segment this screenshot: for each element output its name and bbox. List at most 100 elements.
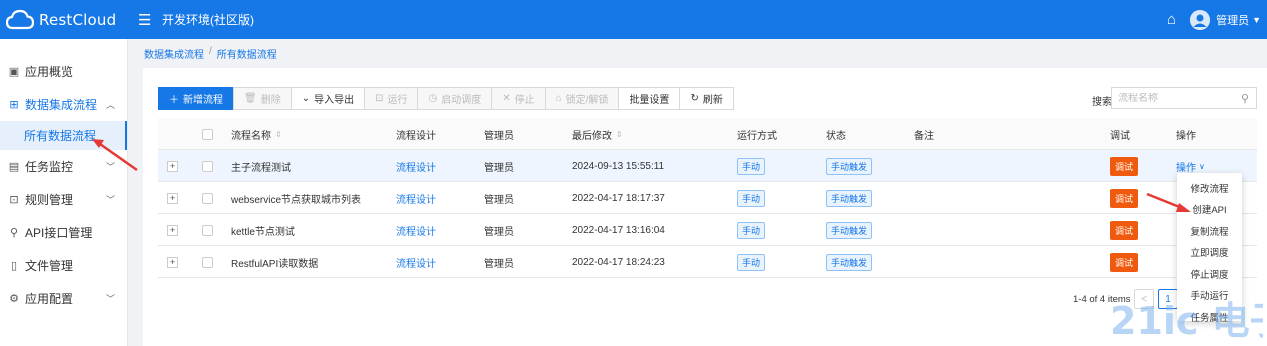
menu-item-copy-flow[interactable]: 复制流程 — [1177, 220, 1242, 242]
button-label: 批量设置 — [629, 95, 670, 106]
sidebar-item-label: 规则管理 — [25, 193, 74, 207]
table-header: 流程名称 ⇕ 流程设计 管理员 最后修改 ⇕ 运行方式 状态 备注 调试 操作 — [158, 118, 1257, 150]
expand-icon[interactable]: + — [167, 256, 178, 268]
sidebar-item-task-monitor[interactable]: ▤ 任务监控 ﹀ — [0, 150, 127, 183]
avatar[interactable] — [1190, 9, 1211, 30]
batch-settings-button[interactable]: 批量设置 — [618, 87, 681, 110]
column-label: 操作 — [1176, 130, 1196, 142]
row-checkbox[interactable] — [202, 256, 213, 268]
header-modified[interactable]: 最后修改 ⇕ — [572, 118, 623, 150]
button-label: 运行 — [387, 95, 408, 106]
sidebar-item-label: 数据集成流程 — [25, 98, 98, 112]
chevron-down-icon: ﹀ — [105, 162, 115, 172]
sort-icon[interactable]: ⇕ — [616, 130, 623, 139]
delete-button[interactable]: 🗑︎ 删除 — [233, 87, 292, 110]
sidebar-item-api-manage[interactable]: ⚲ API接口管理 — [0, 216, 127, 249]
sidebar-item-overview[interactable]: ▣ 应用概览 — [0, 55, 127, 88]
column-label: 备注 — [914, 130, 934, 142]
button-label: 锁定/解锁 — [565, 95, 609, 106]
row-checkbox[interactable] — [202, 160, 213, 172]
sidebar-item-app-config[interactable]: ⚙ 应用配置 ﹀ — [0, 282, 127, 315]
run-mode-cell: 手动 — [737, 246, 766, 278]
menu-item-schedule-now[interactable]: 立即调度 — [1177, 242, 1242, 264]
menu-fold-icon[interactable]: ☰ — [138, 11, 152, 29]
select-all-cell — [202, 118, 213, 150]
run-icon: ⊡ — [375, 93, 384, 104]
debug-cell: 调试 — [1110, 182, 1139, 214]
flow-design-link[interactable]: 流程设计 — [396, 246, 436, 278]
flow-design-link[interactable]: 流程设计 — [396, 182, 436, 214]
api-icon: ⚲ — [9, 227, 19, 239]
sort-icon[interactable]: ⇕ — [275, 130, 282, 139]
debug-button[interactable]: 调试 — [1110, 220, 1139, 240]
run-mode-tag: 手动 — [737, 189, 766, 207]
checkbox-cell — [202, 246, 213, 278]
flow-admin: 管理员 — [484, 258, 514, 270]
lock-unlock-button[interactable]: ⌂ 锁定/解锁 — [544, 87, 620, 110]
chevron-down-icon[interactable]: ∨ — [1199, 162, 1205, 171]
sidebar-item-data-integration[interactable]: ⊞ 数据集成流程 ︿ — [0, 88, 127, 121]
status-cell: 手动触发 — [826, 182, 873, 214]
debug-button[interactable]: 调试 — [1110, 156, 1139, 176]
sidebar-item-label: 应用概览 — [25, 65, 74, 79]
expand-icon[interactable]: + — [167, 192, 178, 204]
home-icon[interactable]: ⌂ — [1167, 11, 1176, 28]
header-action: 操作 — [1176, 118, 1196, 150]
flow-admin: 管理员 — [484, 194, 514, 206]
sidebar-item-file-manage[interactable]: ▯ 文件管理 — [0, 249, 127, 282]
run-mode-cell: 手动 — [737, 214, 766, 246]
table-row[interactable]: + RestfulAPI读取数据 流程设计 管理员 2022-04-17 18:… — [158, 246, 1257, 278]
sidebar-item-label: 文件管理 — [25, 259, 74, 273]
logo[interactable]: RestCloud — [0, 0, 128, 39]
menu-item-stop-schedule[interactable]: 停止调度 — [1177, 263, 1242, 285]
user-avatar-icon — [1190, 9, 1211, 30]
search-icon[interactable]: ⚲ — [1241, 92, 1249, 105]
header-name[interactable]: 流程名称 ⇕ — [231, 118, 282, 150]
checkbox-cell — [202, 182, 213, 214]
sidebar-item-all-flows[interactable]: 所有数据流程 — [0, 121, 127, 150]
flow-design-link[interactable]: 流程设计 — [396, 214, 436, 246]
breadcrumb-separator: / — [209, 46, 212, 57]
table-row[interactable]: + 主子流程测试 流程设计 管理员 2024-09-13 15:55:11 手动… — [158, 150, 1257, 182]
add-flow-button[interactable]: ＋ 新增流程 — [158, 87, 234, 110]
sidebar-item-rule-manage[interactable]: ⊡ 规则管理 ﹀ — [0, 183, 127, 216]
breadcrumb-item[interactable]: 数据集成流程 — [144, 46, 204, 61]
import-export-button[interactable]: ⌄ 导入导出 — [290, 87, 366, 110]
flow-table: 流程名称 ⇕ 流程设计 管理员 最后修改 ⇕ 运行方式 状态 备注 调试 操作 + … — [158, 118, 1257, 278]
search-input[interactable] — [1118, 92, 1236, 104]
debug-button[interactable]: 调试 — [1110, 252, 1139, 272]
select-all-checkbox[interactable] — [202, 128, 213, 140]
debug-cell: 调试 — [1110, 214, 1139, 246]
chevron-down-icon: ⌄ — [301, 93, 311, 104]
flow-modified: 2024-09-13 15:55:11 — [572, 160, 665, 172]
flow-modified: 2022-04-17 18:24:23 — [572, 256, 665, 268]
menu-item-edit-flow[interactable]: 修改流程 — [1177, 177, 1242, 199]
row-checkbox[interactable] — [202, 224, 213, 236]
user-name[interactable]: 管理员 — [1216, 12, 1249, 28]
watermark-text: 21ic 电子网 — [1110, 299, 1263, 342]
row-checkbox[interactable] — [202, 192, 213, 204]
refresh-button[interactable]: ↻ 刷新 — [679, 87, 734, 110]
expand-icon[interactable]: + — [167, 224, 178, 236]
status-badge: 手动触发 — [826, 221, 873, 239]
debug-button[interactable]: 调试 — [1110, 188, 1139, 208]
run-mode-cell: 手动 — [737, 150, 766, 182]
stop-button[interactable]: ✕ 停止 — [491, 87, 546, 110]
column-label: 状态 — [826, 130, 846, 142]
expand-icon[interactable]: + — [167, 160, 178, 172]
flow-design-link[interactable]: 流程设计 — [396, 150, 436, 182]
caret-down-icon[interactable]: ▼ — [1252, 15, 1261, 25]
run-button[interactable]: ⊡ 运行 — [364, 87, 419, 110]
menu-item-create-api[interactable]: 创建API — [1177, 199, 1242, 221]
table-row[interactable]: + webservice节点获取城市列表 流程设计 管理员 2022-04-17… — [158, 182, 1257, 214]
debug-cell: 调试 — [1110, 246, 1139, 278]
expand-cell: + — [167, 246, 178, 278]
table-row[interactable]: + kettle节点测试 流程设计 管理员 2022-04-17 13:16:0… — [158, 214, 1257, 246]
action-dropdown-link[interactable]: 操作 — [1176, 159, 1196, 174]
expand-cell: + — [167, 214, 178, 246]
search-box: ⚲ — [1111, 87, 1257, 109]
breadcrumb-item[interactable]: 所有数据流程 — [217, 46, 277, 61]
start-schedule-button[interactable]: ◷ 启动调度 — [417, 87, 493, 110]
status-badge: 手动触发 — [826, 253, 873, 271]
flow-name: 主子流程测试 — [231, 162, 291, 174]
